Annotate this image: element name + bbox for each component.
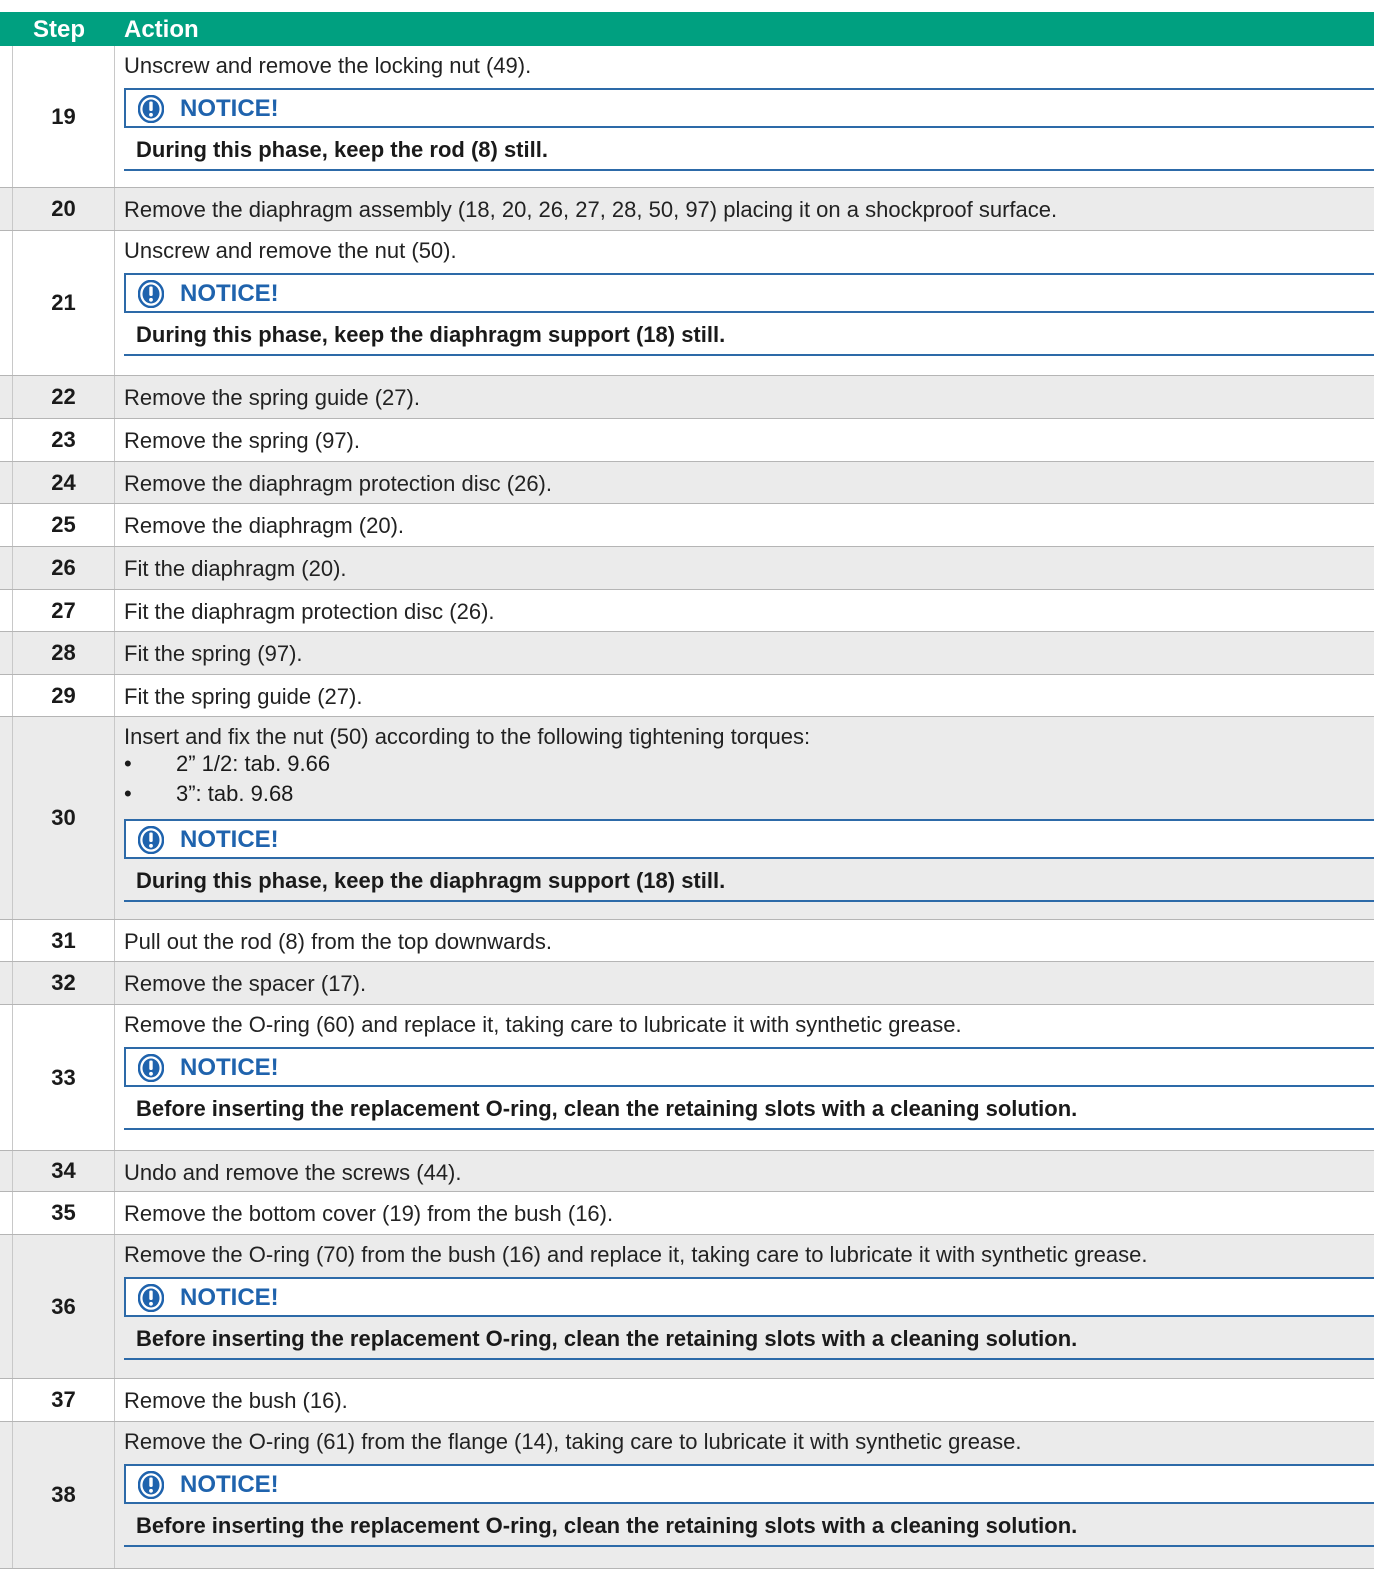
notice-text: Before inserting the replacement O-ring,… xyxy=(136,1513,1077,1539)
step-row: 23 Remove the spring (97). xyxy=(0,419,1374,462)
notice-underline xyxy=(124,354,1374,356)
notice-text: Before inserting the replacement O-ring,… xyxy=(136,1096,1077,1122)
notice-box: NOTICE! xyxy=(124,1464,1374,1504)
step-action-text: Fit the diaphragm (20). xyxy=(124,556,347,582)
step-row: 22 Remove the spring guide (27). xyxy=(0,376,1374,419)
notice-label: NOTICE! xyxy=(180,1056,279,1080)
table-header: Step Action xyxy=(0,12,1374,46)
notice-text: During this phase, keep the rod (8) stil… xyxy=(136,137,548,163)
step-number: 33 xyxy=(12,1005,115,1150)
notice-label: NOTICE! xyxy=(180,282,279,306)
header-action: Action xyxy=(124,18,199,42)
exclamation-icon xyxy=(138,95,164,123)
step-row: 31 Pull out the rod (8) from the top down… xyxy=(0,920,1374,962)
step-action-text: Undo and remove the screws (44). xyxy=(124,1160,462,1186)
step-row: 20 Remove the diaphragm assembly (18, 20,… xyxy=(0,188,1374,231)
step-action-text: Remove the diaphragm (20). xyxy=(124,513,404,539)
notice-underline xyxy=(124,1358,1374,1360)
step-action-text: Fit the diaphragm protection disc (26). xyxy=(124,599,495,625)
step-action-text: Remove the O-ring (61) from the flange (… xyxy=(124,1429,1022,1455)
step-number: 20 xyxy=(12,188,115,230)
step-number: 21 xyxy=(12,231,115,375)
exclamation-icon xyxy=(138,280,164,308)
notice-box: NOTICE! xyxy=(124,1047,1374,1087)
bullet-dot: • xyxy=(124,751,132,777)
step-row: 21 Unscrew and remove the nut (50). NOTICE… xyxy=(0,231,1374,376)
notice-box: NOTICE! xyxy=(124,1277,1374,1317)
notice-box: NOTICE! xyxy=(124,819,1374,859)
notice-label: NOTICE! xyxy=(180,828,279,852)
step-action-text: Remove the spring (97). xyxy=(124,428,360,454)
notice-label: NOTICE! xyxy=(180,1286,279,1310)
exclamation-icon xyxy=(138,826,164,854)
step-action-text: Insert and fix the nut (50) according to… xyxy=(124,724,810,750)
notice-label: NOTICE! xyxy=(180,1473,279,1497)
header-step: Step xyxy=(33,18,85,42)
step-action-text: Fit the spring (97). xyxy=(124,641,303,667)
step-action-text: Remove the diaphragm protection disc (26… xyxy=(124,471,552,497)
step-number: 32 xyxy=(12,962,115,1004)
step-action-text: Unscrew and remove the nut (50). xyxy=(124,238,457,264)
notice-underline xyxy=(124,169,1374,171)
step-row: 29 Fit the spring guide (27). xyxy=(0,675,1374,717)
notice-box: NOTICE! xyxy=(124,88,1374,128)
step-number: 29 xyxy=(12,675,115,716)
step-row: 32 Remove the spacer (17). xyxy=(0,962,1374,1005)
step-number: 23 xyxy=(12,419,115,461)
step-action-text: Remove the O-ring (60) and replace it, t… xyxy=(124,1012,962,1038)
exclamation-icon xyxy=(138,1471,164,1499)
step-action-text: Remove the bottom cover (19) from the bu… xyxy=(124,1201,613,1227)
notice-underline xyxy=(124,900,1374,902)
step-number: 37 xyxy=(12,1379,115,1421)
step-row: 26 Fit the diaphragm (20). xyxy=(0,547,1374,590)
notice-text: Before inserting the replacement O-ring,… xyxy=(136,1326,1077,1352)
step-action-text: Remove the O-ring (70) from the bush (16… xyxy=(124,1242,1147,1268)
step-number: 26 xyxy=(12,547,115,589)
step-row: 25 Remove the diaphragm (20). xyxy=(0,504,1374,547)
step-number: 38 xyxy=(12,1422,115,1568)
step-row: 24 Remove the diaphragm protection disc (… xyxy=(0,462,1374,504)
bullet-dot: • xyxy=(124,781,132,807)
step-number: 30 xyxy=(12,717,115,919)
step-action-text: Unscrew and remove the locking nut (49). xyxy=(124,53,531,79)
bullet-text: 3”: tab. 9.68 xyxy=(176,781,293,807)
procedure-page: Step Action 19 Unscrew and remove the loc… xyxy=(0,0,1374,1569)
step-number: 36 xyxy=(12,1235,115,1378)
step-number: 28 xyxy=(12,632,115,674)
notice-underline xyxy=(124,1545,1374,1547)
step-row: 19 Unscrew and remove the locking nut (49… xyxy=(0,46,1374,188)
step-row: 35 Remove the bottom cover (19) from the … xyxy=(0,1192,1374,1235)
step-action-text: Pull out the rod (8) from the top downwa… xyxy=(124,929,552,955)
step-number: 27 xyxy=(12,590,115,631)
step-row: 34 Undo and remove the screws (44). xyxy=(0,1151,1374,1192)
step-row: 27 Fit the diaphragm protection disc (26)… xyxy=(0,590,1374,632)
step-number: 19 xyxy=(12,46,115,187)
step-action-text: Fit the spring guide (27). xyxy=(124,684,362,710)
step-action-text: Remove the bush (16). xyxy=(124,1388,348,1414)
step-action-text: Remove the spacer (17). xyxy=(124,971,366,997)
step-row: 28 Fit the spring (97). xyxy=(0,632,1374,675)
step-row: 36 Remove the O-ring (70) from the bush (… xyxy=(0,1235,1374,1379)
step-number: 22 xyxy=(12,376,115,418)
notice-box: NOTICE! xyxy=(124,273,1374,313)
step-action-text: Remove the diaphragm assembly (18, 20, 2… xyxy=(124,197,1057,223)
step-row: 37 Remove the bush (16). xyxy=(0,1379,1374,1422)
notice-underline xyxy=(124,1128,1374,1130)
step-row: 30 Insert and fix the nut (50) according … xyxy=(0,717,1374,920)
exclamation-icon xyxy=(138,1054,164,1082)
step-number: 35 xyxy=(12,1192,115,1234)
bullet-text: 2” 1/2: tab. 9.66 xyxy=(176,751,330,777)
notice-label: NOTICE! xyxy=(180,97,279,121)
exclamation-icon xyxy=(138,1284,164,1312)
step-row: 33 Remove the O-ring (60) and replace it,… xyxy=(0,1005,1374,1151)
notice-text: During this phase, keep the diaphragm su… xyxy=(136,868,725,894)
step-row: 38 Remove the O-ring (61) from the flange… xyxy=(0,1422,1374,1569)
step-number: 24 xyxy=(12,462,115,503)
step-number: 34 xyxy=(12,1151,115,1191)
step-number: 31 xyxy=(12,920,115,961)
step-action-text: Remove the spring guide (27). xyxy=(124,385,420,411)
notice-text: During this phase, keep the diaphragm su… xyxy=(136,322,725,348)
step-number: 25 xyxy=(12,504,115,546)
